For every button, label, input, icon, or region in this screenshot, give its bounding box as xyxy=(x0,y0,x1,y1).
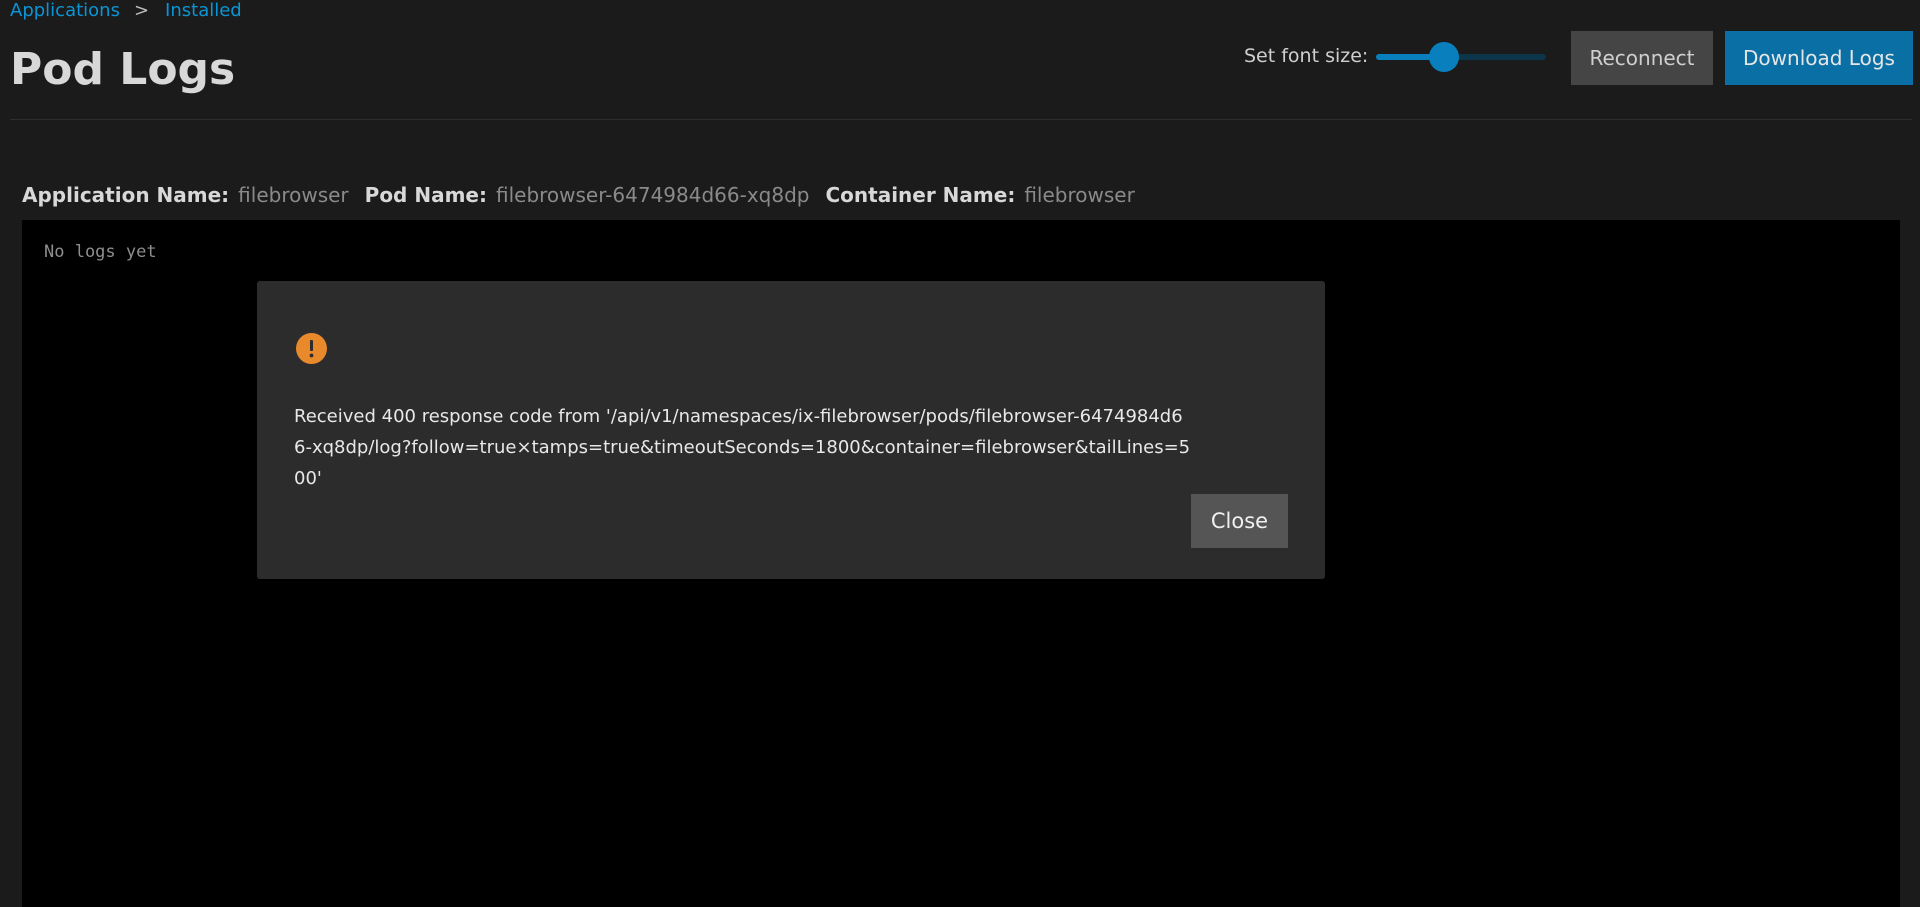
warning-icon xyxy=(296,333,327,364)
breadcrumb-separator: > xyxy=(133,0,150,21)
page-title: Pod Logs xyxy=(10,44,236,95)
slider-thumb[interactable] xyxy=(1429,42,1459,72)
download-logs-button[interactable]: Download Logs xyxy=(1725,31,1913,85)
breadcrumb-installed-link[interactable]: Installed xyxy=(165,0,242,22)
close-button[interactable]: Close xyxy=(1191,494,1288,548)
font-size-label: Set font size: xyxy=(1244,45,1369,67)
application-name-value: filebrowser xyxy=(238,183,349,207)
breadcrumb-applications-link[interactable]: Applications xyxy=(10,0,120,22)
header-divider xyxy=(10,119,1912,120)
application-name-label: Application Name: xyxy=(22,183,230,207)
container-name-label: Container Name: xyxy=(825,183,1016,207)
container-name-value: filebrowser xyxy=(1024,183,1135,207)
log-empty-text: No logs yet xyxy=(44,242,157,262)
error-message: Received 400 response code from '/api/v1… xyxy=(294,406,1191,489)
pod-name-value: filebrowser-6474984d66-xq8dp xyxy=(495,183,810,207)
pod-info: Application Name: filebrowser Pod Name: … xyxy=(22,182,1151,208)
breadcrumb: Applications > Installed xyxy=(10,0,242,22)
error-dialog: Received 400 response code from '/api/v1… xyxy=(257,281,1325,579)
pod-logs-page: Applications > Installed Pod Logs Set fo… xyxy=(0,0,1920,907)
font-size-slider[interactable] xyxy=(1376,42,1546,72)
pod-name-label: Pod Name: xyxy=(364,183,487,207)
reconnect-button[interactable]: Reconnect xyxy=(1571,31,1713,85)
